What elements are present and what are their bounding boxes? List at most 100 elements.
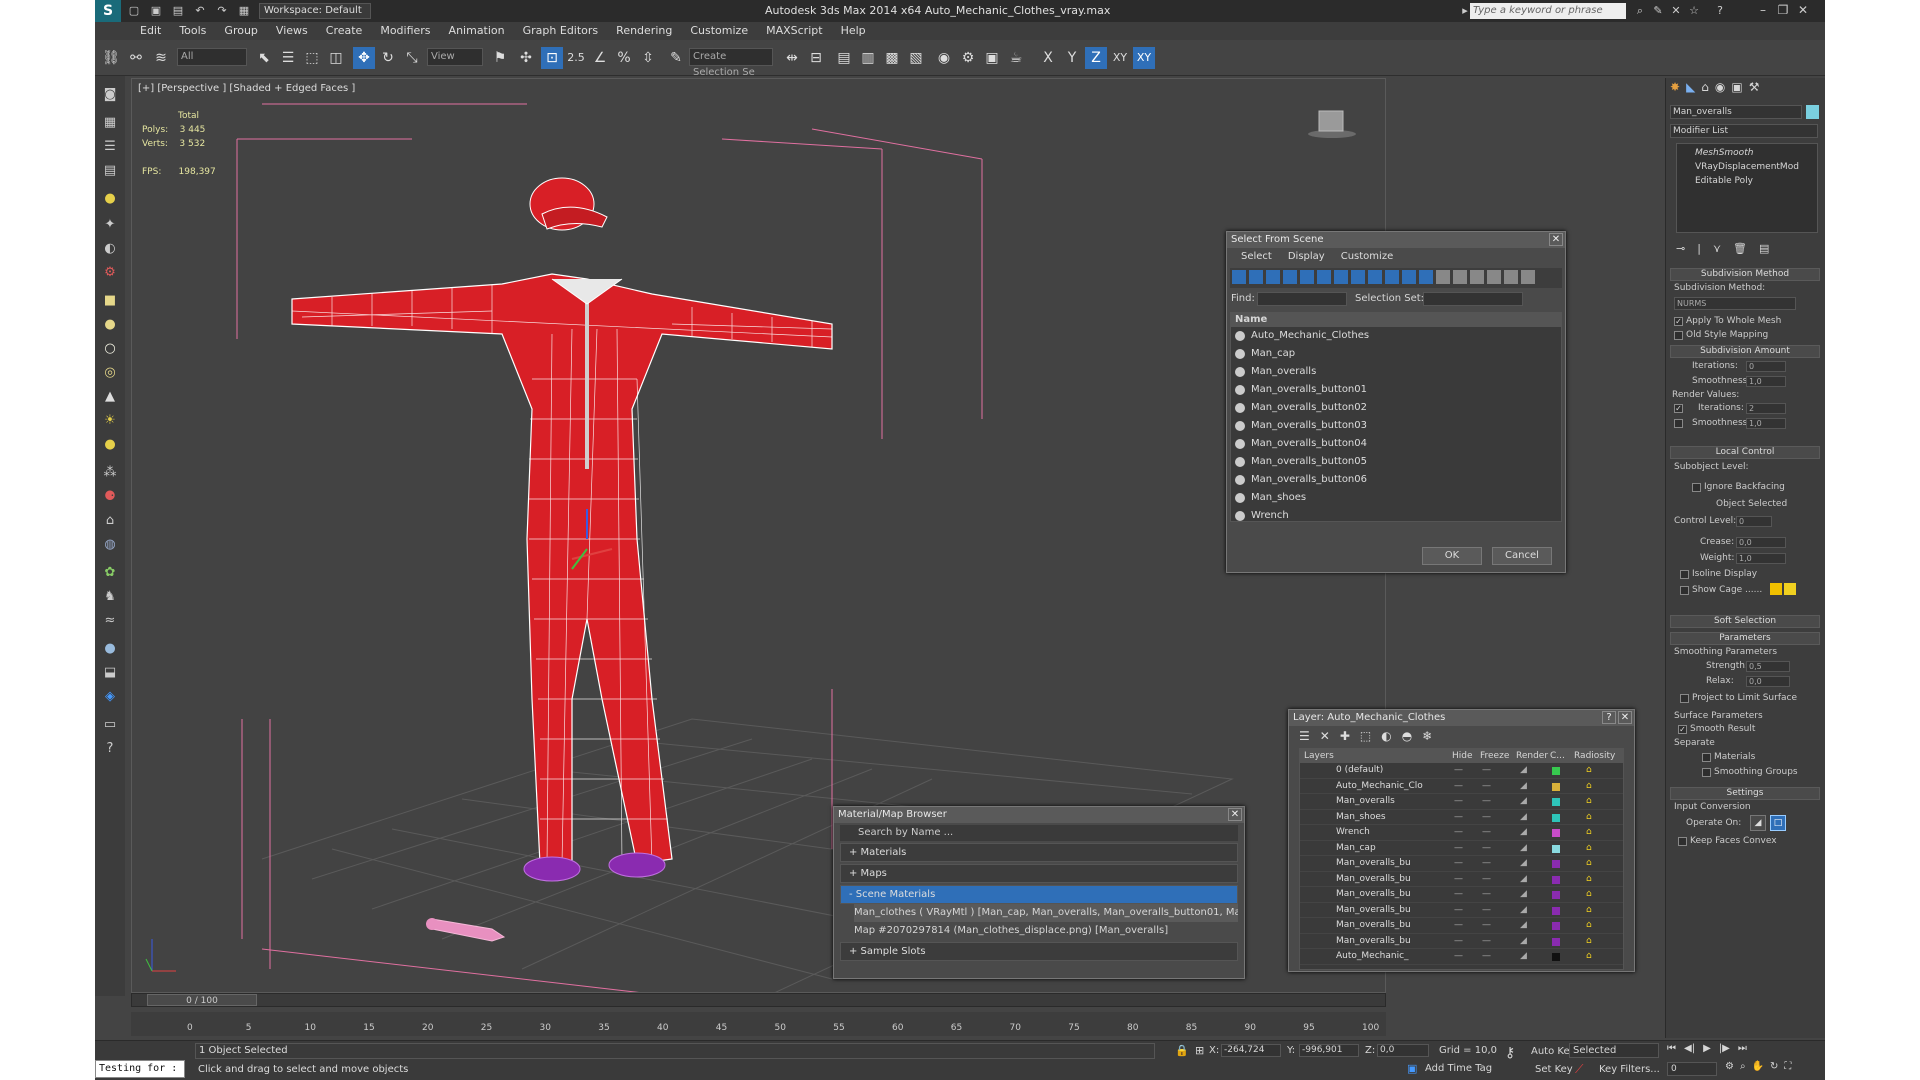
layer-color-swatch[interactable]	[1552, 782, 1560, 791]
menu-customize[interactable]: Customize	[681, 22, 757, 40]
select-by-name-icon[interactable]: ☰	[277, 47, 299, 69]
menu-animation[interactable]: Animation	[440, 22, 514, 40]
radiosity-icon[interactable]: ⌂	[1586, 872, 1592, 887]
radiosity-icon[interactable]: ⌂	[1586, 763, 1592, 778]
invert-display-icon[interactable]	[1470, 270, 1484, 284]
filter-shapes-icon[interactable]	[1249, 270, 1263, 284]
orbit-icon[interactable]: ↻	[1770, 1061, 1778, 1077]
hierarchy-tab-icon[interactable]: ⌂	[1701, 80, 1709, 98]
scene-object-item[interactable]: Man_overalls_button04	[1231, 435, 1561, 453]
current-frame-field[interactable]: 0	[1667, 1062, 1717, 1076]
freeze-toggle[interactable]: —	[1482, 887, 1491, 902]
filter-containers-icon[interactable]	[1385, 270, 1399, 284]
render-setup-icon[interactable]: ⚙	[957, 47, 979, 69]
spacewarp-icon[interactable]: ◐	[101, 240, 119, 258]
hide-toggle[interactable]: —	[1454, 810, 1463, 825]
stack-item-vraydisplacement[interactable]: VRayDisplacementMod	[1695, 160, 1817, 174]
scene-object-item[interactable]: Man_overalls_button05	[1231, 453, 1561, 471]
track-bar[interactable]: 0 5 10 15 20 25 30 35 40 45 50 55 60 65 70 75 80 85 90 95 10…	[131, 1012, 1386, 1036]
pan-icon[interactable]: ✋	[1752, 1061, 1764, 1077]
layer-row[interactable]: Wrench — — ◢ ⌂	[1300, 825, 1623, 841]
key-filters-button[interactable]: Key Filters...	[1599, 1064, 1660, 1075]
sort-icon[interactable]	[1487, 270, 1501, 284]
highlight-layer-icon[interactable]: ◐	[1381, 729, 1391, 743]
snaps-toggle-icon[interactable]: 2.5	[565, 47, 587, 69]
rollout-soft-selection[interactable]: Soft Selection	[1670, 615, 1820, 628]
add-to-layer-icon[interactable]: ✚	[1340, 729, 1350, 743]
col-layers[interactable]: Layers	[1304, 749, 1334, 763]
hide-all-icon[interactable]: ◓	[1402, 729, 1412, 743]
link-icon[interactable]: ⛓	[100, 47, 122, 69]
filter-cameras-icon[interactable]	[1283, 270, 1297, 284]
layer-color-swatch[interactable]	[1552, 860, 1560, 868]
show-end-result-icon[interactable]: |	[1697, 242, 1701, 255]
modify-tab-icon[interactable]: ◣	[1686, 80, 1695, 98]
radiosity-icon[interactable]: ⌂	[1586, 810, 1592, 825]
maxscript-listener[interactable]: Testing for :	[95, 1060, 185, 1078]
grid-icon[interactable]: ▤	[101, 162, 119, 180]
render-toggle-icon[interactable]: ◢	[1520, 918, 1527, 933]
render-toggle-icon[interactable]: ◢	[1520, 903, 1527, 918]
hide-toggle[interactable]: —	[1454, 872, 1463, 887]
next-frame-icon[interactable]: |▶	[1719, 1043, 1730, 1059]
radiosity-icon[interactable]: ⌂	[1586, 794, 1592, 809]
time-tag-icon[interactable]: ▣	[1407, 1062, 1417, 1075]
separate-materials-checkbox[interactable]	[1702, 753, 1711, 762]
display-icon[interactable]: ▭	[101, 716, 119, 734]
menu-display[interactable]: Display	[1288, 248, 1325, 266]
viewcube[interactable]	[1307, 109, 1357, 139]
minimize-icon[interactable]: –	[1755, 2, 1771, 18]
menu-create[interactable]: Create	[317, 22, 372, 40]
freeze-toggle[interactable]: —	[1482, 779, 1491, 794]
select-objects-icon[interactable]: ⬚	[1360, 729, 1371, 743]
manipulate-icon[interactable]: ✣	[515, 47, 537, 69]
maps-group[interactable]: + Maps	[840, 864, 1238, 883]
dynamics-icon[interactable]: ⚈	[101, 488, 119, 506]
filter-geometry-icon[interactable]	[1232, 270, 1246, 284]
geosphere-icon[interactable]: ○	[101, 340, 119, 358]
layer-row[interactable]: Man_overalls_bu — — ◢ ⌂	[1300, 856, 1623, 872]
torus-icon[interactable]: ◎	[101, 364, 119, 382]
freeze-toggle[interactable]: —	[1482, 872, 1491, 887]
render-toggle-icon[interactable]: ◢	[1520, 872, 1527, 887]
close-icon[interactable]: ✕	[1549, 233, 1563, 246]
radiosity-icon[interactable]: ⌂	[1586, 903, 1592, 918]
menu-modifiers[interactable]: Modifiers	[371, 22, 439, 40]
scene-object-item[interactable]: Man_overalls_button03	[1231, 417, 1561, 435]
menu-tools[interactable]: Tools	[170, 22, 215, 40]
time-slider-thumb[interactable]: 0 / 100	[147, 994, 257, 1006]
layer-color-swatch[interactable]	[1552, 937, 1560, 946]
scene-object-item[interactable]: Wrench	[1231, 507, 1561, 521]
utility-icon[interactable]: ◈	[101, 688, 119, 706]
go-to-end-icon[interactable]: ⏭	[1738, 1043, 1747, 1059]
operate-on-faces-icon[interactable]: ◢	[1750, 815, 1766, 831]
hide-toggle[interactable]: —	[1454, 934, 1463, 949]
render-toggle-icon[interactable]: ◢	[1520, 779, 1527, 794]
delete-layer-icon[interactable]: ✕	[1320, 729, 1330, 743]
set-key-button[interactable]: Set Key	[1535, 1064, 1573, 1075]
scene-object-item[interactable]: Man_shoes	[1231, 489, 1561, 507]
layer-row[interactable]: 0 (default) — — ◢ ⌂	[1300, 763, 1623, 779]
mirror-icon[interactable]: ⇹	[781, 47, 803, 69]
layer-color-swatch[interactable]	[1552, 798, 1560, 806]
operate-on-polygons-icon[interactable]: □	[1770, 815, 1786, 831]
layer-row[interactable]: Man_cap — — ◢ ⌂	[1300, 841, 1623, 856]
subdivision-method-dropdown[interactable]: NURMS	[1674, 297, 1796, 310]
material-entry[interactable]: Man_clothes ( VRayMtl ) [Man_cap, Man_ov…	[854, 904, 1238, 922]
freeze-toggle[interactable]: —	[1482, 903, 1491, 918]
hide-toggle[interactable]: —	[1454, 779, 1463, 794]
render-toggle-icon[interactable]: ◢	[1520, 810, 1527, 825]
filter-spacewarps-icon[interactable]	[1317, 270, 1331, 284]
freeze-all-icon[interactable]: ❄	[1422, 729, 1432, 743]
curve-editor-icon[interactable]: ▩	[881, 47, 903, 69]
selection-filter-dropdown[interactable]: All	[177, 48, 247, 66]
filter-hidden-icon[interactable]	[1419, 270, 1433, 284]
radiosity-icon[interactable]: ⌂	[1586, 949, 1592, 964]
subscription-icon[interactable]: ✎	[1650, 3, 1666, 19]
layer-row[interactable]: Man_shoes — — ◢ ⌂	[1300, 810, 1623, 825]
axis-z-button[interactable]: Z	[1085, 47, 1107, 69]
time-configuration-icon[interactable]: ⚙	[1725, 1061, 1734, 1077]
hair-icon[interactable]: ≈	[101, 612, 119, 630]
new-layer-icon[interactable]: ☰	[1299, 729, 1310, 743]
rectangular-selection-icon[interactable]: ⬚	[301, 47, 323, 69]
